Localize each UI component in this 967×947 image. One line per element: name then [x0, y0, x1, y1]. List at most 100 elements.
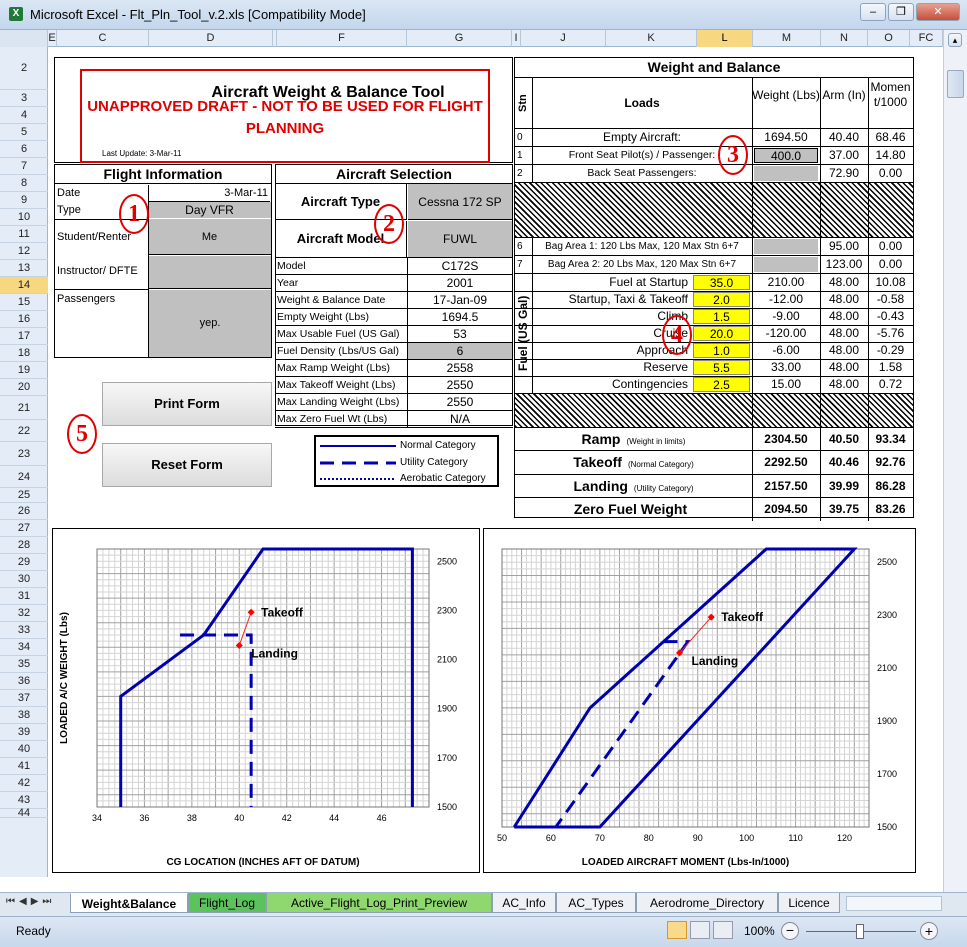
ribbon-minimize-icon[interactable]: ▴ [948, 33, 962, 47]
row-header[interactable]: 9 [0, 192, 48, 209]
column-header[interactable]: K [606, 30, 697, 47]
station-weight[interactable] [754, 166, 818, 181]
fuel-gallons[interactable]: 35.0 [693, 275, 750, 290]
tab-ac-types[interactable]: AC_Types [556, 893, 636, 913]
row-header[interactable]: 39 [0, 724, 48, 741]
column-header[interactable]: O [868, 30, 910, 47]
row-header[interactable]: 25 [0, 488, 48, 503]
row-header[interactable]: 34 [0, 639, 48, 656]
print-form-button[interactable]: Print Form [102, 382, 272, 426]
row-header[interactable]: 40 [0, 741, 48, 758]
type-field[interactable]: Day VFR [148, 202, 271, 218]
row-header[interactable]: 2 [0, 47, 48, 90]
column-header[interactable]: J [521, 30, 606, 47]
row-header[interactable]: 16 [0, 311, 48, 328]
instructor-field[interactable] [148, 256, 271, 289]
fuel-gallons[interactable]: 20.0 [693, 326, 750, 341]
page-layout-icon[interactable] [690, 921, 710, 939]
column-header[interactable]: N [821, 30, 868, 47]
row-header[interactable]: 4 [0, 107, 48, 124]
column-header[interactable]: FC [910, 30, 943, 47]
page-break-icon[interactable] [713, 921, 733, 939]
row-header[interactable]: 18 [0, 345, 48, 362]
column-header[interactable]: E [48, 30, 57, 47]
fuel-gallons[interactable]: 1.5 [693, 309, 750, 324]
column-header[interactable]: G [407, 30, 512, 47]
scroll-thumb[interactable] [947, 70, 964, 98]
fuel-gallons[interactable]: 2.5 [693, 377, 750, 392]
row-header[interactable]: 30 [0, 571, 48, 588]
row-header[interactable]: 33 [0, 622, 48, 639]
normal-view-icon[interactable] [667, 921, 687, 939]
tab-ac-info[interactable]: AC_Info [492, 893, 556, 913]
close-button[interactable]: ✕ [916, 3, 960, 21]
reset-form-button[interactable]: Reset Form [102, 443, 272, 487]
row-header[interactable]: 6 [0, 141, 48, 158]
zoom-in-icon[interactable]: + [920, 922, 938, 940]
column-header[interactable]: C [57, 30, 149, 47]
row-header[interactable]: 29 [0, 554, 48, 571]
zoom-slider-thumb[interactable] [856, 924, 864, 939]
column-header[interactable]: M [753, 30, 821, 47]
horizontal-scrollbar[interactable] [846, 896, 942, 911]
aircraft-type-field[interactable]: Cessna 172 SP [408, 184, 512, 220]
fuel-gallons[interactable]: 5.5 [693, 360, 750, 375]
row-header[interactable]: 32 [0, 605, 48, 622]
tab-active-flight-log[interactable]: Active_Flight_Log_Print_Preview [266, 893, 492, 913]
row-header[interactable]: 10 [0, 209, 48, 226]
aircraft-model-field[interactable]: FUWL [408, 221, 512, 257]
row-header[interactable]: 13 [0, 260, 48, 277]
minimize-button[interactable]: – [860, 3, 886, 21]
restore-button[interactable]: ❐ [888, 3, 914, 21]
tab-licence[interactable]: Licence [778, 893, 840, 913]
row-header[interactable]: 38 [0, 707, 48, 724]
row-header[interactable]: 22 [0, 420, 48, 442]
row-header[interactable]: 27 [0, 520, 48, 537]
row-header[interactable]: 21 [0, 396, 48, 420]
fuel-gallons[interactable]: 1.0 [693, 343, 750, 358]
row-header[interactable]: 11 [0, 226, 48, 243]
row-header[interactable]: 14 [0, 277, 48, 294]
row-header[interactable]: 31 [0, 588, 48, 605]
row-header[interactable]: 12 [0, 243, 48, 260]
bag-weight[interactable] [754, 239, 818, 254]
fuel-gallons[interactable]: 2.0 [693, 292, 750, 307]
row-header[interactable]: 15 [0, 294, 48, 311]
row-header[interactable]: 44 [0, 808, 48, 819]
tab-weight-balance[interactable]: Weight&Balance [70, 893, 188, 913]
student-field[interactable]: Me [148, 219, 271, 255]
tab-flight-log[interactable]: Flight_Log [188, 893, 266, 913]
row-header[interactable]: 35 [0, 656, 48, 673]
row-header[interactable]: 23 [0, 442, 48, 466]
tab-scroll-arrows[interactable]: ⏮◀▶⏭ [6, 896, 55, 907]
column-header[interactable]: D [149, 30, 273, 47]
column-header[interactable]: I [512, 30, 521, 47]
column-header-selected[interactable]: L [697, 30, 753, 47]
select-all-corner[interactable] [0, 30, 48, 47]
row-header[interactable]: 3 [0, 90, 48, 107]
tab-aerodrome-directory[interactable]: Aerodrome_Directory [636, 893, 778, 913]
station-weight[interactable]: 400.0 [754, 148, 818, 163]
row-header[interactable]: 24 [0, 466, 48, 488]
row-header[interactable]: 5 [0, 124, 48, 141]
excel-icon[interactable]: X [9, 7, 23, 21]
row-header[interactable]: 37 [0, 690, 48, 707]
row-header[interactable]: 28 [0, 537, 48, 554]
row-header[interactable]: 36 [0, 673, 48, 690]
zoom-level[interactable]: 100% [744, 923, 775, 939]
row-header[interactable]: 26 [0, 503, 48, 520]
row-header[interactable]: 8 [0, 175, 48, 192]
row-header[interactable]: 17 [0, 328, 48, 345]
date-field[interactable]: 3-Mar-11 [148, 185, 270, 202]
row-header[interactable]: 20 [0, 379, 48, 396]
passengers-field[interactable]: yep. [149, 290, 271, 357]
vertical-scrollbar[interactable]: ▴ [943, 30, 967, 892]
row-header[interactable]: 7 [0, 158, 48, 175]
column-header[interactable]: F [277, 30, 407, 47]
bag-weight[interactable] [754, 257, 818, 272]
worksheet[interactable]: Aircraft Weight & Balance Tool UNAPPROVE… [48, 47, 943, 877]
zoom-out-icon[interactable]: − [781, 922, 799, 940]
station-weight[interactable]: 1694.50 [754, 130, 818, 145]
row-header[interactable]: 41 [0, 758, 48, 775]
row-header[interactable]: 42 [0, 775, 48, 792]
